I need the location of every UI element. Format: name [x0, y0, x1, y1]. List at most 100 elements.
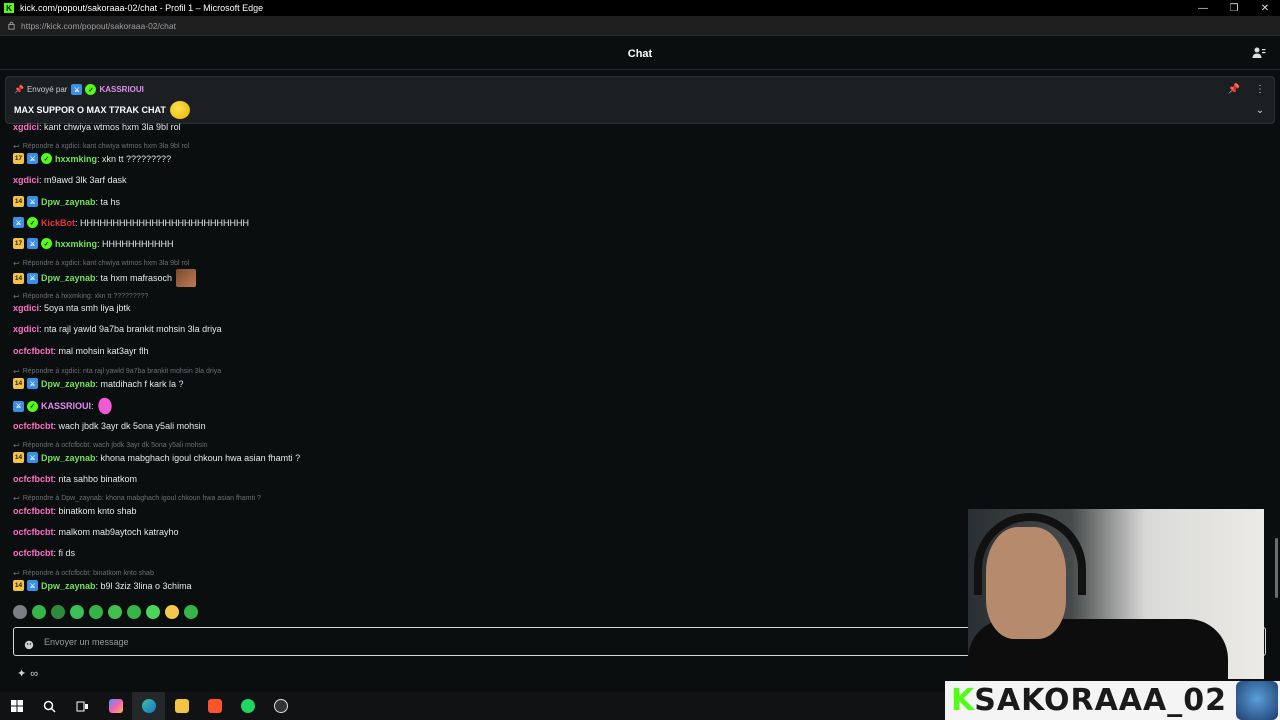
reply-context[interactable]: ↩ Répondre à xgdici: kant chwiya wtmos hx…	[13, 142, 189, 151]
reply-text: Répondre à Dpw_zaynab: khona mabghach ig…	[22, 495, 261, 502]
message-text: : ta hxm mafrasoch	[95, 273, 173, 283]
chat-message: 17 ⚔ ✓ hxxmking: xkn tt ?????????	[13, 153, 171, 164]
username[interactable]: ocfcfbcbt	[13, 506, 54, 516]
pinned-message[interactable]: 📌 Envoyé par ⚔ ✓ KASSRIOUI MAX SUPPOR O …	[5, 76, 1275, 124]
message-text: : malkom mab9aytoch katrayho	[53, 527, 179, 537]
username[interactable]: hxxmking	[55, 154, 97, 164]
reply-arrow-icon: ↩	[13, 441, 20, 450]
infinity-label[interactable]: ∞	[30, 668, 38, 680]
emoji-icon[interactable]	[24, 637, 34, 649]
chat-message: xgdici: nta rajl yawld 9a7ba brankit moh…	[13, 324, 222, 334]
chat-message: 14 ⚔ Dpw_zaynab: khona mabghach igoul chko…	[13, 452, 300, 463]
emote-button[interactable]	[70, 605, 84, 619]
close-button[interactable]: ✕	[1250, 0, 1280, 16]
message-text: : b9l 3ziz 3lina o 3chima	[95, 580, 192, 591]
brave-icon[interactable]	[198, 692, 231, 720]
emote-button[interactable]	[32, 605, 46, 619]
reply-text: Répondre à hxxmking: xkn tt ?????????	[22, 293, 149, 300]
url-text: https://kick.com/popout/sakoraaa-02/chat	[21, 20, 176, 31]
vip-badge-icon: ⚔	[27, 196, 38, 207]
bottom-tools: ✦ ∞	[17, 667, 38, 681]
reply-context[interactable]: ↩ Répondre à Dpw_zaynab: khona mabghach i…	[13, 494, 261, 503]
emote-button[interactable]	[165, 605, 179, 619]
username[interactable]: ocfcfbcbt	[13, 527, 54, 537]
chat-message: ocfcfbcbt: malkom mab9aytoch katrayho	[13, 527, 179, 537]
emote-button[interactable]	[146, 605, 160, 619]
edge-icon[interactable]	[132, 692, 165, 720]
chat-message: ⚔ ✓ KickBot: HHHHHHHHHHHHHHHHHHHHHHHHHH	[13, 217, 249, 228]
reply-context[interactable]: ↩ Répondre à hxxmking: xkn tt ?????????	[13, 292, 148, 301]
window-title: kick.com/popout/sakoraaa-02/chat - Profi…	[20, 3, 264, 13]
search-icon[interactable]	[33, 692, 66, 720]
pin-small-icon: 📌	[14, 85, 24, 94]
pinned-text: MAX SUPPOR O MAX T7RAK CHAT	[14, 105, 166, 115]
vip-badge-icon: ⚔	[71, 84, 83, 95]
message-text: : ta hs	[95, 196, 121, 207]
username[interactable]: Dpw_zaynab	[41, 379, 96, 389]
more-options-icon[interactable]: ⋮	[1254, 83, 1266, 95]
emote-button[interactable]	[108, 605, 122, 619]
username[interactable]: Dpw_zaynab	[41, 453, 96, 463]
chat-message: xgdici: kant chwiya wtmos hxm 3la 9bl ro…	[13, 122, 181, 132]
emote-button[interactable]	[127, 605, 141, 619]
message-text: : wach jbdk 3ayr dk 5ona y5ali mohsin	[53, 421, 206, 431]
verified-badge-icon: ✓	[41, 238, 52, 249]
spotify-icon[interactable]	[231, 692, 264, 720]
username[interactable]: xgdici	[13, 122, 39, 132]
message-text: : m9awd 3lk 3arf dask	[39, 175, 127, 185]
windows-taskbar	[0, 692, 945, 720]
username[interactable]: ocfcfbcbt	[13, 548, 54, 558]
restore-button[interactable]: ❐	[1219, 0, 1249, 16]
emote-button[interactable]	[89, 605, 103, 619]
username[interactable]: KASSRIOUI	[41, 401, 91, 411]
points-icon[interactable]: ✦	[17, 667, 26, 680]
reply-arrow-icon: ↩	[13, 494, 20, 503]
vip-badge-icon: ⚔	[27, 580, 38, 591]
vip-badge-icon: ⚔	[27, 378, 38, 389]
message-text: : mal mohsin kat3ayr flh	[53, 346, 149, 356]
reply-context[interactable]: ↩ Répondre à xgdici: kant chwiya wtmos hx…	[13, 259, 189, 268]
reply-text: Répondre à ocfcfbcbt: binatkom knto shab	[22, 570, 154, 577]
username[interactable]: ocfcfbcbt	[13, 421, 54, 431]
username[interactable]: Dpw_zaynab	[41, 197, 96, 207]
verified-badge-icon: ✓	[85, 84, 97, 95]
username[interactable]: xgdici	[13, 175, 39, 185]
streamer-name-banner: K SAKORAAA_02	[945, 681, 1280, 720]
verified-badge-icon: ✓	[41, 153, 52, 164]
obs-icon[interactable]	[264, 692, 297, 720]
minimize-button[interactable]: —	[1188, 0, 1218, 16]
emote-button[interactable]	[13, 605, 27, 619]
pinned-author[interactable]: KASSRIOUI	[99, 85, 143, 94]
vip-badge-icon: ⚔	[27, 452, 38, 463]
chat-message: ocfcfbcbt: fi ds	[13, 548, 75, 558]
username[interactable]: xgdici	[13, 324, 39, 334]
address-bar[interactable]: https://kick.com/popout/sakoraaa-02/chat	[0, 16, 1280, 36]
chevron-down-icon[interactable]: ⌄	[1254, 104, 1266, 116]
users-icon[interactable]	[1252, 46, 1268, 62]
username[interactable]: KickBot	[41, 218, 75, 228]
reply-arrow-icon: ↩	[13, 259, 20, 268]
unpin-icon[interactable]: 📌	[1228, 83, 1240, 95]
username[interactable]: ocfcfbcbt	[13, 346, 54, 356]
subscriber-badge: 14	[13, 272, 24, 284]
vip-badge-icon: ⚔	[27, 272, 38, 284]
subscriber-badge: 17	[13, 238, 24, 249]
message-input[interactable]	[44, 636, 844, 647]
task-view-icon[interactable]	[66, 692, 99, 720]
username[interactable]: hxxmking	[55, 239, 97, 249]
username[interactable]: Dpw_zaynab	[41, 581, 96, 591]
reply-context[interactable]: ↩ Répondre à ocfcfbcbt: binatkom knto sha…	[13, 569, 154, 578]
emote-button[interactable]	[51, 605, 65, 619]
file-explorer-icon[interactable]	[165, 692, 198, 720]
username[interactable]: xgdici	[13, 303, 39, 313]
emote-button[interactable]	[184, 605, 198, 619]
reply-context[interactable]: ↩ Répondre à ocfcfbcbt: wach jbdk 3ayr dk…	[13, 441, 208, 450]
username[interactable]: ocfcfbcbt	[13, 474, 54, 484]
copilot-icon[interactable]	[99, 692, 132, 720]
chat-message: 17 ⚔ ✓ hxxmking: HHHHHHHHHHH	[13, 238, 174, 249]
start-windows-icon[interactable]	[0, 692, 33, 720]
username[interactable]: Dpw_zaynab	[41, 273, 96, 283]
chat-scrollbar[interactable]	[1275, 538, 1278, 598]
kick-favicon-icon: K	[4, 3, 14, 13]
reply-context[interactable]: ↩ Répondre à xgdici: nta rajl yawld 9a7ba…	[13, 367, 221, 376]
